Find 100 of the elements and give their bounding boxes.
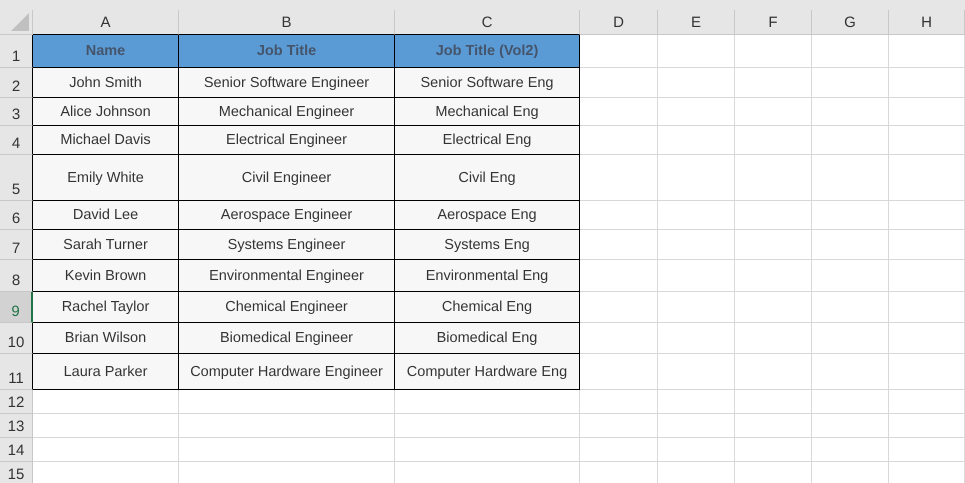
empty-cell[interactable] (735, 35, 812, 68)
empty-cell[interactable] (812, 126, 889, 155)
row-header[interactable]: 11 (0, 354, 33, 390)
empty-cell[interactable] (658, 292, 735, 323)
empty-cell[interactable] (812, 35, 889, 68)
row-header[interactable]: 13 (0, 414, 33, 438)
empty-cell[interactable] (889, 68, 965, 98)
empty-cell[interactable] (735, 68, 812, 98)
empty-cell[interactable] (179, 390, 395, 414)
empty-cell[interactable] (735, 98, 812, 126)
empty-cell[interactable] (812, 155, 889, 201)
empty-cell[interactable] (889, 292, 965, 323)
row-header[interactable]: 14 (0, 438, 33, 462)
empty-cell[interactable] (395, 438, 580, 462)
row-header[interactable]: 7 (0, 230, 33, 260)
empty-cell[interactable] (889, 323, 965, 354)
empty-cell[interactable] (812, 354, 889, 390)
empty-cell[interactable] (889, 35, 965, 68)
column-header[interactable]: F (735, 10, 812, 35)
empty-cell[interactable] (580, 438, 658, 462)
empty-cell[interactable] (735, 230, 812, 260)
row-header[interactable]: 2 (0, 68, 33, 98)
table-cell: Biomedical Eng (395, 323, 580, 354)
empty-cell[interactable] (812, 414, 889, 438)
empty-cell[interactable] (889, 230, 965, 260)
table-cell: Sarah Turner (33, 230, 179, 260)
empty-cell[interactable] (889, 201, 965, 230)
empty-cell[interactable] (658, 414, 735, 438)
empty-cell[interactable] (580, 414, 658, 438)
empty-cell[interactable] (812, 260, 889, 292)
empty-cell[interactable] (735, 438, 812, 462)
empty-cell[interactable] (889, 390, 965, 414)
column-header[interactable]: E (658, 10, 735, 35)
empty-cell[interactable] (658, 390, 735, 414)
empty-cell[interactable] (812, 230, 889, 260)
empty-cell[interactable] (658, 126, 735, 155)
row-header[interactable]: 5 (0, 155, 33, 201)
row-header[interactable]: 3 (0, 98, 33, 126)
empty-cell[interactable] (735, 414, 812, 438)
empty-cell[interactable] (889, 414, 965, 438)
empty-cell[interactable] (658, 230, 735, 260)
table-cell: Biomedical Engineer (179, 323, 395, 354)
empty-cell[interactable] (658, 201, 735, 230)
empty-cell[interactable] (658, 354, 735, 390)
row-header[interactable]: 6 (0, 201, 33, 230)
empty-cell[interactable] (735, 155, 812, 201)
empty-cell[interactable] (658, 35, 735, 68)
table-cell: Aerospace Eng (395, 201, 580, 230)
table-cell: Environmental Engineer (179, 260, 395, 292)
row-header[interactable]: 8 (0, 260, 33, 292)
empty-cell[interactable] (889, 155, 965, 201)
table-cell: Chemical Engineer (179, 292, 395, 323)
empty-cell[interactable] (812, 323, 889, 354)
column-header[interactable]: D (580, 10, 658, 35)
column-header[interactable]: H (889, 10, 965, 35)
empty-cell[interactable] (179, 438, 395, 462)
empty-cell[interactable] (812, 390, 889, 414)
row-header[interactable]: 15 (0, 462, 33, 483)
empty-cell[interactable] (889, 260, 965, 292)
empty-cell[interactable] (179, 414, 395, 438)
empty-cell[interactable] (735, 323, 812, 354)
empty-cell[interactable] (395, 390, 580, 414)
header-cell: Job Title (Vol2) (395, 35, 580, 68)
empty-cell[interactable] (735, 292, 812, 323)
empty-cell[interactable] (395, 414, 580, 438)
empty-cell[interactable] (812, 98, 889, 126)
empty-cell[interactable] (580, 390, 658, 414)
empty-cell[interactable] (658, 98, 735, 126)
empty-cell[interactable] (889, 438, 965, 462)
row-header[interactable]: 12 (0, 390, 33, 414)
empty-cell[interactable] (735, 201, 812, 230)
empty-cell[interactable] (658, 438, 735, 462)
column-header[interactable]: G (812, 10, 889, 35)
empty-cell[interactable] (889, 126, 965, 155)
table-cell: Electrical Engineer (179, 126, 395, 155)
row-header[interactable]: 10 (0, 323, 33, 354)
table-cell: Aerospace Engineer (179, 201, 395, 230)
empty-cell[interactable] (658, 68, 735, 98)
empty-cell[interactable] (812, 201, 889, 230)
column-header[interactable]: A (33, 10, 179, 35)
empty-cell[interactable] (812, 438, 889, 462)
column-header[interactable]: C (395, 10, 580, 35)
empty-cell[interactable] (735, 126, 812, 155)
row-header[interactable]: 9 (0, 292, 33, 323)
empty-cell[interactable] (735, 354, 812, 390)
table-cell: Electrical Eng (395, 126, 580, 155)
empty-cell[interactable] (812, 68, 889, 98)
empty-cell[interactable] (658, 155, 735, 201)
row-header[interactable]: 4 (0, 126, 33, 155)
column-header[interactable]: B (179, 10, 395, 35)
select-all-icon[interactable] (11, 13, 29, 31)
empty-cell[interactable] (889, 98, 965, 126)
empty-cell[interactable] (735, 260, 812, 292)
empty-cell[interactable] (658, 260, 735, 292)
empty-cell[interactable] (812, 292, 889, 323)
empty-cell[interactable] (658, 323, 735, 354)
empty-cell[interactable] (735, 390, 812, 414)
empty-cell[interactable] (889, 354, 965, 390)
table-cell: Laura Parker (33, 354, 179, 390)
row-header[interactable]: 1 (0, 35, 33, 68)
